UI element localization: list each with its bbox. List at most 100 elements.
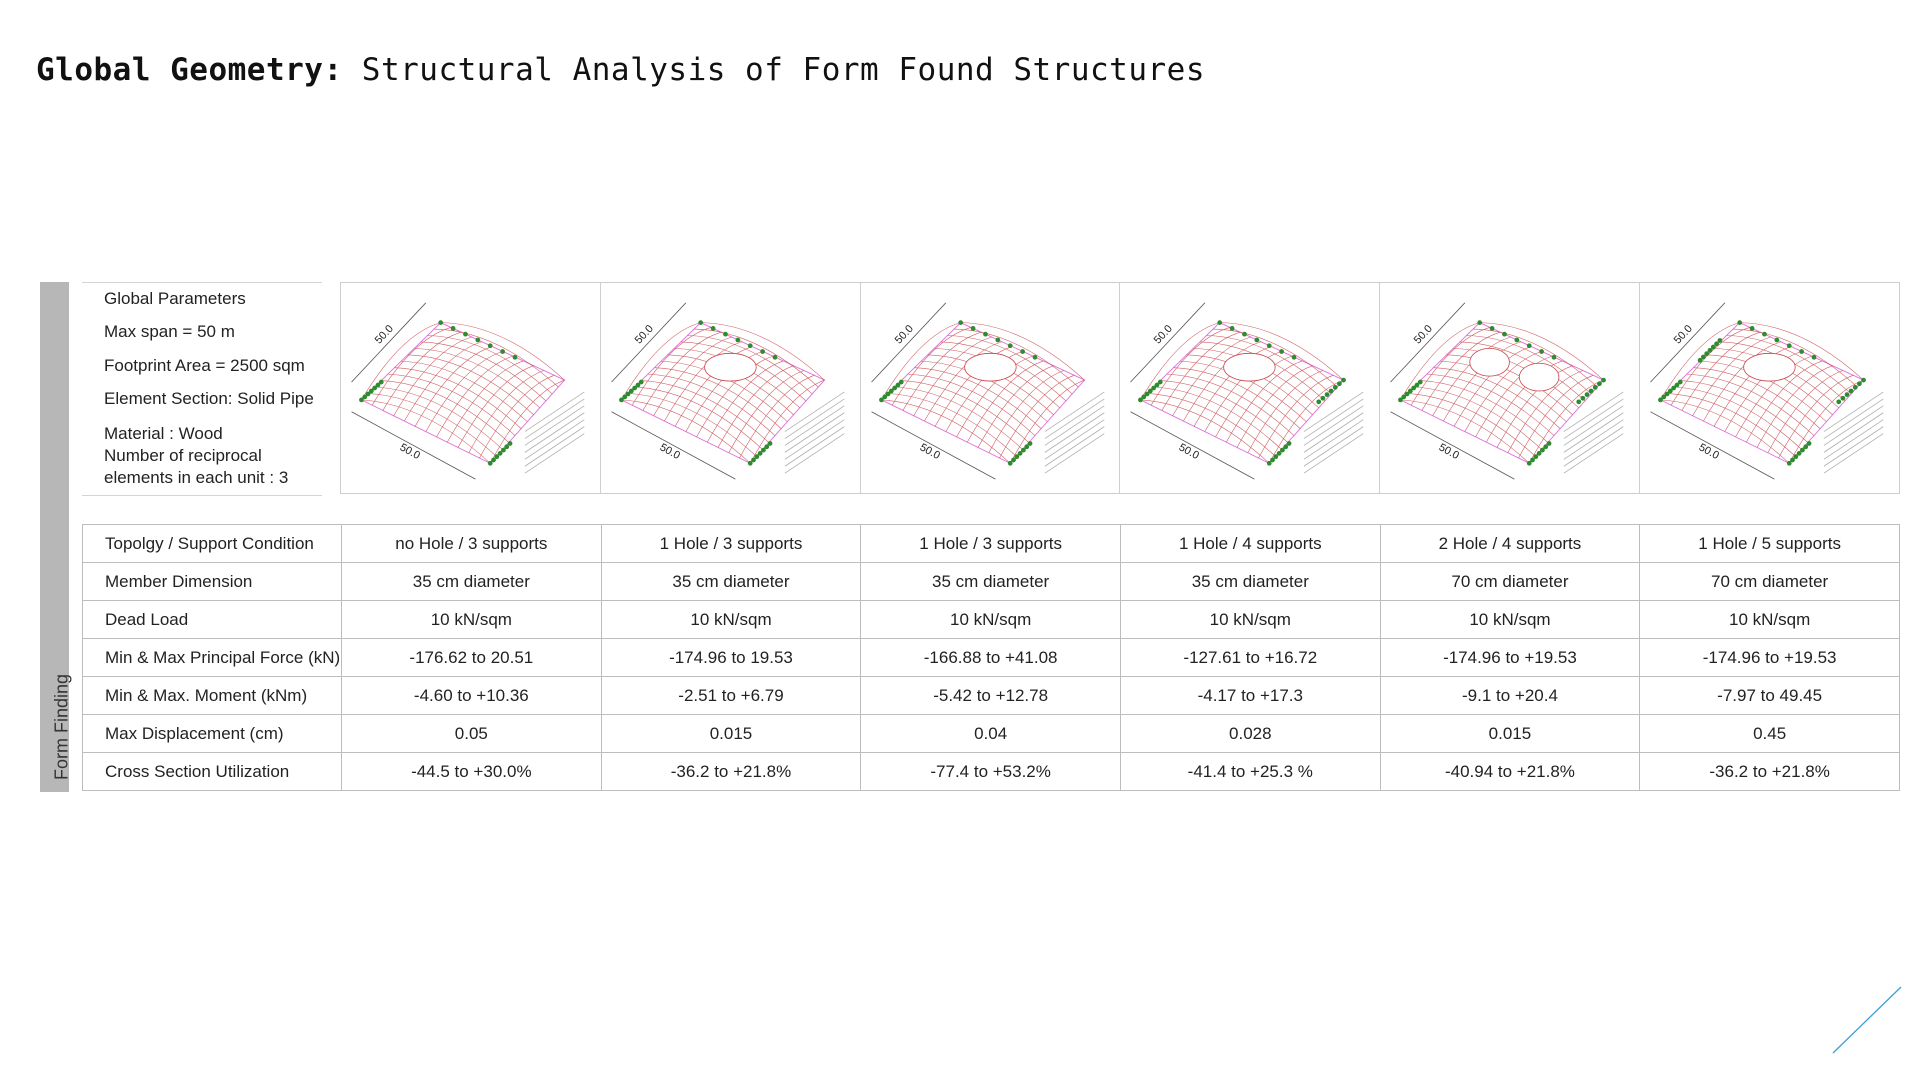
support-marker <box>1806 441 1812 446</box>
table-cell: 10 kN/sqm <box>341 600 602 639</box>
param-heading: Global Parameters <box>104 289 246 308</box>
table-cell: 2 Hole / 4 supports <box>1379 524 1641 563</box>
table-cell: 0.04 <box>860 714 1121 753</box>
support-marker <box>1267 343 1273 349</box>
title-rest: Structural Analysis of Form Found Struct… <box>342 52 1205 88</box>
dimension-label: 50.0 <box>1177 441 1201 462</box>
table-cell: 35 cm diameter <box>860 562 1121 601</box>
table-cell: 0.05 <box>341 714 602 753</box>
support-marker <box>1678 379 1683 385</box>
support-marker <box>1287 441 1292 446</box>
title-bold: Global Geometry: <box>36 52 343 88</box>
table-cell: 10 kN/sqm <box>1379 600 1641 639</box>
support-marker <box>1551 354 1557 360</box>
table-cell: 70 cm diameter <box>1379 562 1641 601</box>
table-cell: -9.1 to +20.4 <box>1379 676 1641 715</box>
table-row: Dead Load 10 kN/sqm 10 kN/sqm 10 kN/sqm 10 k… <box>82 600 1900 639</box>
param-reciprocal-1: Number of reciprocal <box>104 446 262 465</box>
table-cell: 10 kN/sqm <box>600 600 862 639</box>
support-marker <box>1329 388 1334 394</box>
support-marker <box>1502 331 1508 337</box>
support-marker <box>450 326 456 331</box>
support-marker <box>760 349 765 354</box>
mesh-grid <box>1660 322 1864 464</box>
table-cell: 0.015 <box>600 714 862 753</box>
dimension-label: 50.0 <box>398 441 422 462</box>
results-table: Topolgy / Support Condition no Hole / 3 s… <box>82 524 1900 791</box>
support-marker <box>500 349 505 354</box>
support-marker <box>1230 326 1235 331</box>
mesh-grid <box>1140 322 1345 464</box>
param-element-section: Element Section: Solid Pipe <box>104 389 314 408</box>
table-cell: -41.4 to +25.3 % <box>1119 752 1381 791</box>
table-cell: -2.51 to +6.79 <box>600 676 862 715</box>
table-cell: no Hole / 3 supports <box>341 524 602 563</box>
legend <box>524 391 585 474</box>
support-marker <box>1539 349 1545 354</box>
support-marker <box>475 337 481 343</box>
legend <box>784 391 845 474</box>
row-label: Min & Max Principal Force (kN) <box>82 638 342 677</box>
table-cell: -36.2 to +21.8% <box>1639 752 1900 791</box>
table-row: Min & Max Principal Force (kN) -176.62 to… <box>82 638 1900 677</box>
support-marker <box>1027 441 1033 446</box>
legend <box>1823 391 1884 474</box>
table-cell: 0.028 <box>1119 714 1381 753</box>
side-label-text: Form Finding <box>51 673 71 780</box>
table-cell: -4.17 to +17.3 <box>1119 676 1381 715</box>
support-marker <box>1593 384 1598 390</box>
dimension-label: 50.0 <box>1672 323 1695 347</box>
table-cell: -174.96 to +19.53 <box>1639 638 1900 677</box>
hole <box>963 352 1017 382</box>
structure-diagram: 50.0 50.0 <box>611 302 845 480</box>
table-row: Topolgy / Support Condition no Hole / 3 s… <box>82 524 1900 563</box>
dimension-label: 50.0 <box>658 441 682 462</box>
support-marker <box>1217 320 1223 325</box>
dimension-line <box>351 411 476 480</box>
support-marker <box>1861 377 1867 383</box>
support-marker <box>1584 392 1590 397</box>
table-cell: 1 Hole / 4 supports <box>1119 524 1381 563</box>
table-cell: -44.5 to +30.0% <box>341 752 602 791</box>
support-marker <box>438 320 444 325</box>
support-marker <box>898 379 904 385</box>
diagram-cell: 50.0 50.0 <box>1640 283 1899 493</box>
support-marker <box>507 441 513 446</box>
support-marker <box>638 379 644 385</box>
table-cell: -36.2 to +21.8% <box>600 752 862 791</box>
row-label: Min & Max. Moment (kNm) <box>82 676 342 715</box>
support-marker <box>995 337 1000 343</box>
param-footprint: Footprint Area = 2500 sqm <box>104 356 305 375</box>
support-marker <box>1490 326 1495 331</box>
support-marker <box>1316 399 1322 405</box>
support-marker <box>1576 399 1582 405</box>
param-max-span: Max span = 50 m <box>104 322 235 341</box>
global-parameters: Global Parameters Max span = 50 m Footpr… <box>82 282 322 496</box>
table-cell: 1 Hole / 5 supports <box>1639 524 1900 563</box>
support-marker <box>1292 354 1297 360</box>
structure-diagram: 50.0 50.0 <box>870 302 1105 480</box>
support-marker <box>1514 337 1520 343</box>
dimension-label: 50.0 <box>1152 323 1175 347</box>
support-marker <box>487 343 493 349</box>
mesh-grid <box>621 322 825 464</box>
diagram-cell: 50.0 50.0 <box>861 283 1121 493</box>
footprint-boundary <box>1140 322 1345 464</box>
support-marker <box>982 331 988 337</box>
support-marker <box>1418 379 1423 385</box>
support-marker <box>710 326 716 331</box>
diagram-cell: 50.0 50.0 <box>1120 283 1381 493</box>
structure-diagram: 50.0 50.0 <box>1650 302 1884 480</box>
table-cell: -176.62 to 20.51 <box>341 638 602 677</box>
table-cell: 1 Hole / 3 supports <box>860 524 1121 563</box>
dimension-line <box>1130 411 1256 480</box>
table-cell: -174.96 to +19.53 <box>1379 638 1641 677</box>
table-cell: -7.97 to 49.45 <box>1639 676 1900 715</box>
legend <box>1563 391 1624 474</box>
footprint-boundary <box>1659 322 1865 464</box>
dimension-line <box>871 411 996 480</box>
table-row: Cross Section Utilization -44.5 to +30.0%… <box>82 752 1900 791</box>
mesh-grid <box>880 322 1085 464</box>
table-cell: 70 cm diameter <box>1639 562 1900 601</box>
support-marker <box>1007 343 1013 349</box>
